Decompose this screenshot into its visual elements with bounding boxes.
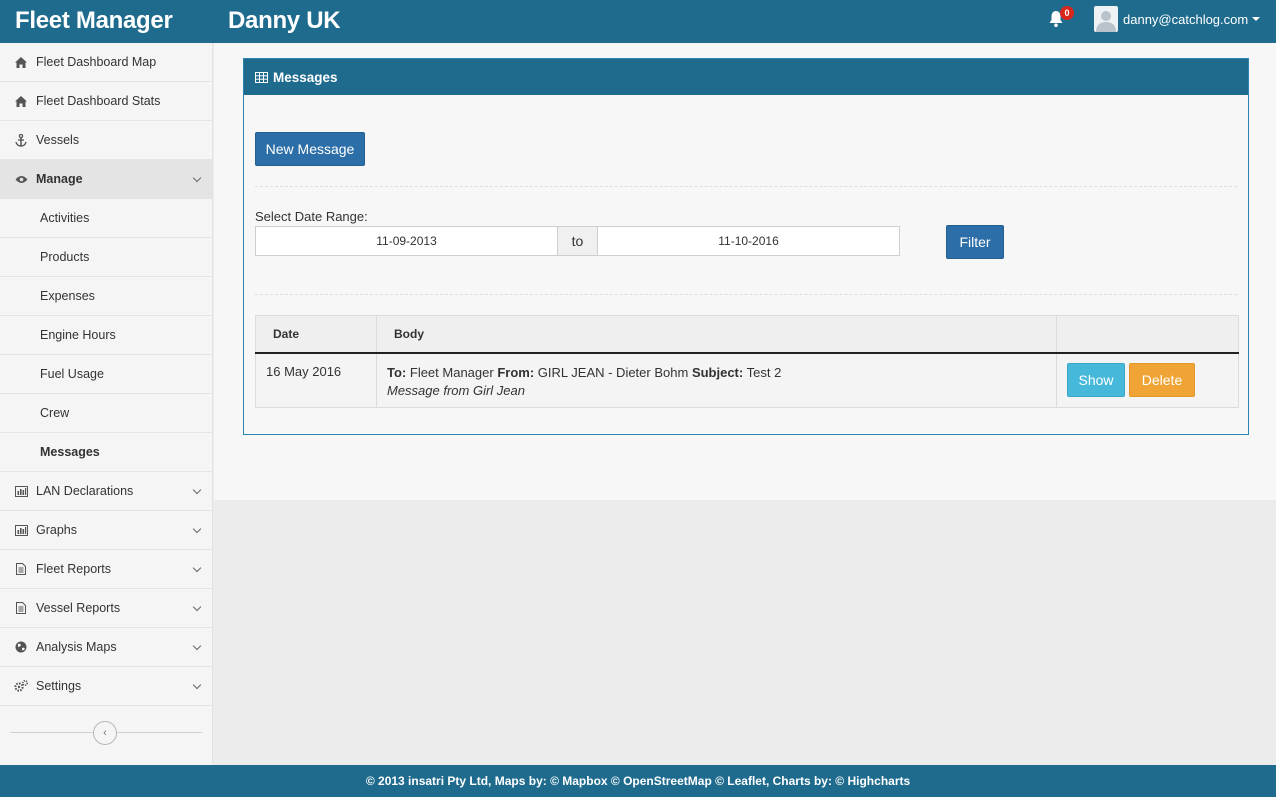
date-to-input[interactable]: 11-10-2016 [597, 226, 900, 256]
bar-chart-icon [14, 523, 28, 537]
message-actions-cell: Show Delete [1056, 352, 1239, 408]
sidebar-item-vessel-reports[interactable]: Vessel Reports [0, 589, 212, 628]
organization-name: Danny UK [228, 7, 341, 34]
sidebar-item-crew[interactable]: Crew [0, 394, 212, 433]
sidebar: Fleet Dashboard Map Fleet Dashboard Stat… [0, 43, 213, 765]
messages-panel: Messages New Message Select Date Range: … [243, 58, 1249, 435]
sidebar-item-label: Fuel Usage [40, 367, 104, 381]
sidebar-item-vessels[interactable]: Vessels [0, 121, 212, 160]
sidebar-item-products[interactable]: Products [0, 238, 212, 277]
chevron-down-icon [192, 524, 202, 534]
notification-badge: 0 [1060, 6, 1074, 20]
sidebar-item-label: Vessel Reports [36, 601, 121, 615]
main-content: Messages New Message Select Date Range: … [214, 43, 1276, 500]
user-menu[interactable]: danny@catchlog.com [1094, 5, 1261, 33]
divider [255, 186, 1237, 187]
column-header-actions [1056, 315, 1239, 354]
divider [255, 294, 1237, 295]
chevron-down-icon [192, 641, 202, 651]
sidebar-item-fleet-dashboard-map[interactable]: Fleet Dashboard Map [0, 43, 212, 82]
sidebar-item-label: Products [40, 250, 90, 264]
sidebar-item-label: Graphs [36, 523, 77, 537]
chevron-down-icon [192, 173, 202, 183]
chevron-left-icon: ‹ [103, 727, 107, 739]
sidebar-item-label: LAN Declarations [36, 484, 134, 498]
sidebar-item-fleet-dashboard-stats[interactable]: Fleet Dashboard Stats [0, 82, 212, 121]
panel-title: Messages [273, 69, 338, 85]
sidebar-item-label: Analysis Maps [36, 640, 117, 654]
date-range-separator: to [558, 226, 597, 256]
sidebar-item-fleet-reports[interactable]: Fleet Reports [0, 550, 212, 589]
message-header-line: To: Fleet Manager From: GIRL JEAN - Diet… [387, 364, 1046, 382]
message-from: GIRL JEAN - Dieter Bohm [537, 364, 689, 380]
subject-label: Subject: [691, 364, 744, 380]
sidebar-item-fuel-usage[interactable]: Fuel Usage [0, 355, 212, 394]
sidebar-item-label: Fleet Dashboard Stats [36, 94, 161, 108]
anchor-icon [14, 133, 28, 147]
top-navbar: Fleet Manager Danny UK 0 danny@catchlog.… [0, 0, 1276, 43]
gears-icon [14, 679, 28, 693]
message-date: 16 May 2016 [255, 352, 377, 408]
brand-title[interactable]: Fleet Manager [15, 7, 173, 35]
sidebar-item-expenses[interactable]: Expenses [0, 277, 212, 316]
delete-button[interactable]: Delete [1129, 362, 1195, 397]
date-range-label: Select Date Range: [255, 209, 368, 224]
chevron-down-icon [192, 680, 202, 690]
document-icon [14, 562, 28, 576]
message-body-text: Message from Girl Jean [387, 382, 525, 398]
to-label: To: [387, 364, 407, 380]
sidebar-item-manage[interactable]: Manage [0, 160, 212, 199]
sidebar-item-label: Expenses [40, 289, 95, 303]
sidebar-item-lan-declarations[interactable]: LAN Declarations [0, 472, 212, 511]
sidebar-item-engine-hours[interactable]: Engine Hours [0, 316, 212, 355]
from-label: From: [497, 364, 535, 380]
sidebar-item-activities[interactable]: Activities [0, 199, 212, 238]
sidebar-item-label: Crew [40, 406, 70, 420]
sidebar-item-label: Fleet Dashboard Map [36, 55, 157, 69]
footer: © 2013 insatri Pty Ltd, Maps by: © Mapbo… [0, 765, 1276, 797]
table-header-row: Date Body [255, 315, 1239, 354]
message-subject: Test 2 [746, 364, 782, 380]
home-icon [14, 94, 28, 108]
sidebar-item-settings[interactable]: Settings [0, 667, 212, 706]
sidebar-collapse-row: ‹ [0, 706, 212, 762]
column-header-body: Body [376, 315, 1057, 354]
avatar [1094, 6, 1118, 32]
document-icon [14, 601, 28, 615]
caret-down-icon [1252, 17, 1261, 21]
sidebar-item-label: Engine Hours [40, 328, 116, 342]
table-row: 16 May 2016 To: Fleet Manager From: GIRL… [255, 352, 1239, 408]
filter-button[interactable]: Filter [946, 225, 1004, 259]
sidebar-item-messages[interactable]: Messages [0, 433, 212, 472]
sidebar-item-label: Manage [36, 172, 83, 186]
sidebar-item-graphs[interactable]: Graphs [0, 511, 212, 550]
footer-text: © 2013 insatri Pty Ltd, Maps by: © Mapbo… [365, 774, 911, 788]
message-body-cell: To: Fleet Manager From: GIRL JEAN - Diet… [376, 352, 1057, 408]
globe-icon [14, 640, 28, 654]
sidebar-item-label: Fleet Reports [36, 562, 112, 576]
sidebar-item-label: Messages [40, 445, 100, 459]
user-icon [1096, 11, 1116, 32]
message-to: Fleet Manager [409, 364, 494, 380]
column-header-date: Date [255, 315, 377, 354]
sidebar-item-label: Vessels [36, 133, 80, 147]
new-message-button[interactable]: New Message [255, 132, 365, 166]
eye-icon [14, 172, 28, 186]
sidebar-collapse-button[interactable]: ‹ [93, 721, 117, 745]
sidebar-item-label: Activities [40, 211, 90, 225]
chevron-down-icon [192, 602, 202, 612]
messages-table: Date Body 16 May 2016 To: Fleet Manager … [255, 315, 1239, 408]
chevron-down-icon [192, 563, 202, 573]
user-email: danny@catchlog.com [1123, 11, 1249, 27]
home-icon [14, 55, 28, 69]
bar-chart-icon [14, 484, 28, 498]
table-icon [255, 71, 268, 83]
date-from-input[interactable]: 11-09-2013 [255, 226, 558, 256]
sidebar-item-label: Settings [36, 679, 82, 693]
sidebar-item-analysis-maps[interactable]: Analysis Maps [0, 628, 212, 667]
chevron-down-icon [192, 485, 202, 495]
show-button[interactable]: Show [1067, 362, 1125, 397]
panel-header: Messages [244, 59, 1248, 95]
